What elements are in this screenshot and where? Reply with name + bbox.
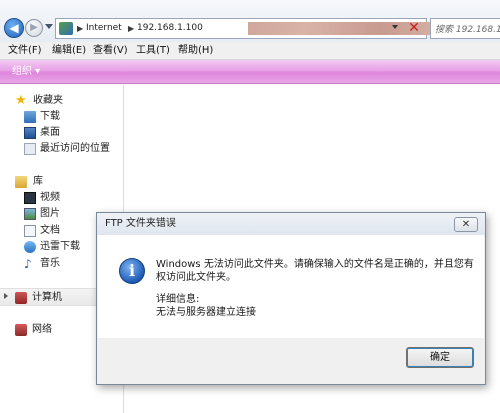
breadcrumb-host[interactable]: 192.168.1.100 <box>137 22 203 35</box>
ok-button[interactable]: 确定 <box>406 347 474 368</box>
nav-item-downloads[interactable]: 下载 <box>0 109 124 125</box>
nav-item-recent[interactable]: 最近访问的位置 <box>0 141 124 157</box>
nav-label: 库 <box>33 176 43 187</box>
nav-label: 最近访问的位置 <box>40 143 110 154</box>
recent-pages-dropdown-icon[interactable] <box>45 24 53 29</box>
menu-file[interactable]: 文件(F) <box>8 44 42 58</box>
dialog-title: FTP 文件夹错误 <box>105 218 176 229</box>
menu-bar: 文件(F) 编辑(E) 查看(V) 工具(T) 帮助(H) <box>0 42 500 60</box>
details-text: 无法与服务器建立连接 <box>156 307 256 318</box>
ftp-error-dialog: FTP 文件夹错误 ✕ i Windows 无法访问此文件夹。请确保输入的文件名… <box>96 212 486 385</box>
network-icon <box>15 324 27 336</box>
menu-view[interactable]: 查看(V) <box>93 44 128 58</box>
command-bar: 组织 ▾ <box>0 60 500 84</box>
nav-label: 文档 <box>40 225 60 236</box>
info-icon: i <box>119 258 145 284</box>
recent-places-icon <box>24 143 36 155</box>
breadcrumb-internet[interactable]: Internet <box>86 22 122 35</box>
nav-favorites[interactable]: ★ 收藏夹 <box>0 93 124 109</box>
dialog-footer: 确定 <box>98 338 484 384</box>
downloads-icon <box>24 111 36 123</box>
star-icon: ★ <box>15 93 27 108</box>
search-input[interactable]: 搜索 192.168.1.1 <box>430 18 500 39</box>
nav-label: 计算机 <box>32 292 62 303</box>
music-icon: ♪ <box>24 257 32 271</box>
nav-label: 下载 <box>40 111 60 122</box>
search-placeholder: 搜索 192.168.1.1 <box>435 25 500 35</box>
menu-tools[interactable]: 工具(T) <box>136 44 170 58</box>
details-label: 详细信息: <box>156 294 200 305</box>
nav-label: 桌面 <box>40 127 60 138</box>
address-dropdown-icon[interactable] <box>392 25 398 29</box>
library-icon <box>15 176 27 188</box>
nav-item-desktop[interactable]: 桌面 <box>0 125 124 141</box>
nav-item-videos[interactable]: 视频 <box>0 190 124 206</box>
stop-icon[interactable]: ✕ <box>404 19 424 38</box>
forward-icon[interactable]: ▶ <box>25 19 43 37</box>
error-message-line2: 权访问此文件夹。 <box>156 272 236 283</box>
nav-label: 图片 <box>40 208 60 219</box>
dialog-title-bar[interactable]: FTP 文件夹错误 ✕ <box>97 213 485 235</box>
nav-label: 音乐 <box>40 258 60 269</box>
back-icon[interactable]: ◀ <box>4 18 24 38</box>
pictures-icon <box>24 208 36 220</box>
menu-edit[interactable]: 编辑(E) <box>52 44 86 58</box>
nav-label: 网络 <box>32 324 52 335</box>
documents-icon <box>24 225 36 237</box>
computer-icon <box>15 292 27 304</box>
nav-libraries[interactable]: 库 <box>0 174 124 190</box>
nav-label: 收藏夹 <box>33 95 63 106</box>
menu-help[interactable]: 帮助(H) <box>178 44 213 58</box>
address-toolbar: ◀ ▶ ▶ Internet ▶ 192.168.1.100 ✕ 搜索 192.… <box>0 0 500 42</box>
nav-label: 迅雷下载 <box>40 241 80 252</box>
xunlei-icon <box>24 241 36 253</box>
video-icon <box>24 192 36 204</box>
nav-label: 视频 <box>40 192 60 203</box>
desktop-icon <box>24 127 36 139</box>
address-bar[interactable]: ▶ Internet ▶ 192.168.1.100 <box>55 18 438 39</box>
organize-button[interactable]: 组织 ▾ <box>12 65 40 79</box>
expand-arrow-icon[interactable] <box>4 293 8 299</box>
dialog-body: i Windows 无法访问此文件夹。请确保输入的文件名是正确的，并且您有 权访… <box>98 235 484 338</box>
close-icon[interactable]: ✕ <box>454 217 478 232</box>
breadcrumb-arrow-icon[interactable]: ▶ <box>128 22 134 35</box>
network-location-icon <box>59 22 73 35</box>
breadcrumb-arrow-icon[interactable]: ▶ <box>77 22 83 35</box>
error-message-line1: Windows 无法访问此文件夹。请确保输入的文件名是正确的，并且您有 <box>156 259 474 270</box>
